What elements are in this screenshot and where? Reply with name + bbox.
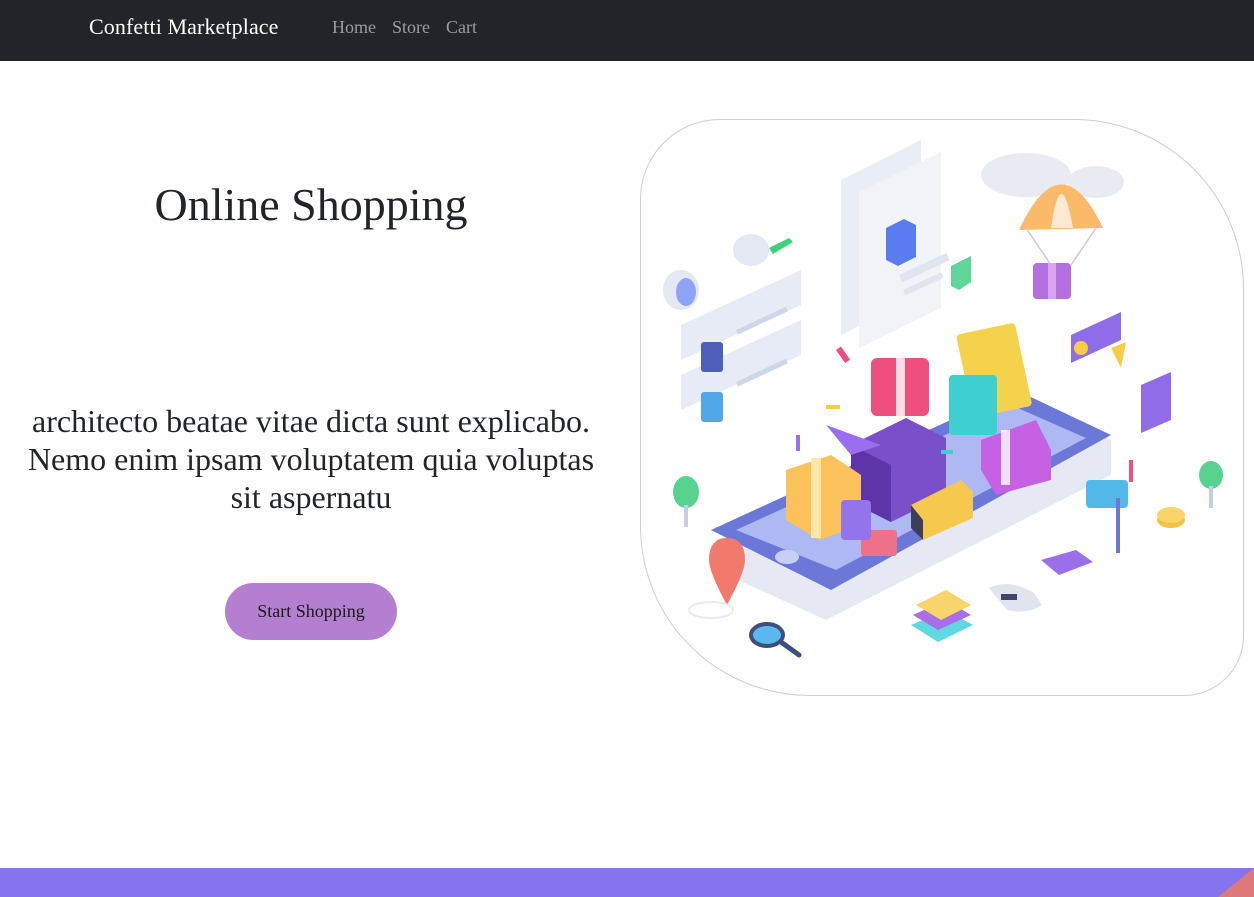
nav-links: Home Store Cart — [332, 17, 477, 38]
nav-link-store[interactable]: Store — [392, 17, 430, 38]
footer-accent-shape — [1218, 868, 1254, 897]
hero-title: Online Shopping — [154, 179, 468, 230]
shopping-illustration — [640, 119, 1244, 696]
start-shopping-button[interactable]: Start Shopping — [225, 583, 397, 640]
hero-description: architecto beatae vitae dicta sunt expli… — [27, 403, 595, 515]
online-shopping-illustration-icon — [663, 140, 1223, 658]
nav-link-cart[interactable]: Cart — [446, 17, 477, 38]
nav-link-home[interactable]: Home — [332, 17, 376, 38]
brand-link[interactable]: Confetti Marketplace — [89, 14, 279, 40]
top-navbar: Confetti Marketplace Home Store Cart — [0, 0, 1254, 61]
footer-band — [0, 868, 1254, 897]
